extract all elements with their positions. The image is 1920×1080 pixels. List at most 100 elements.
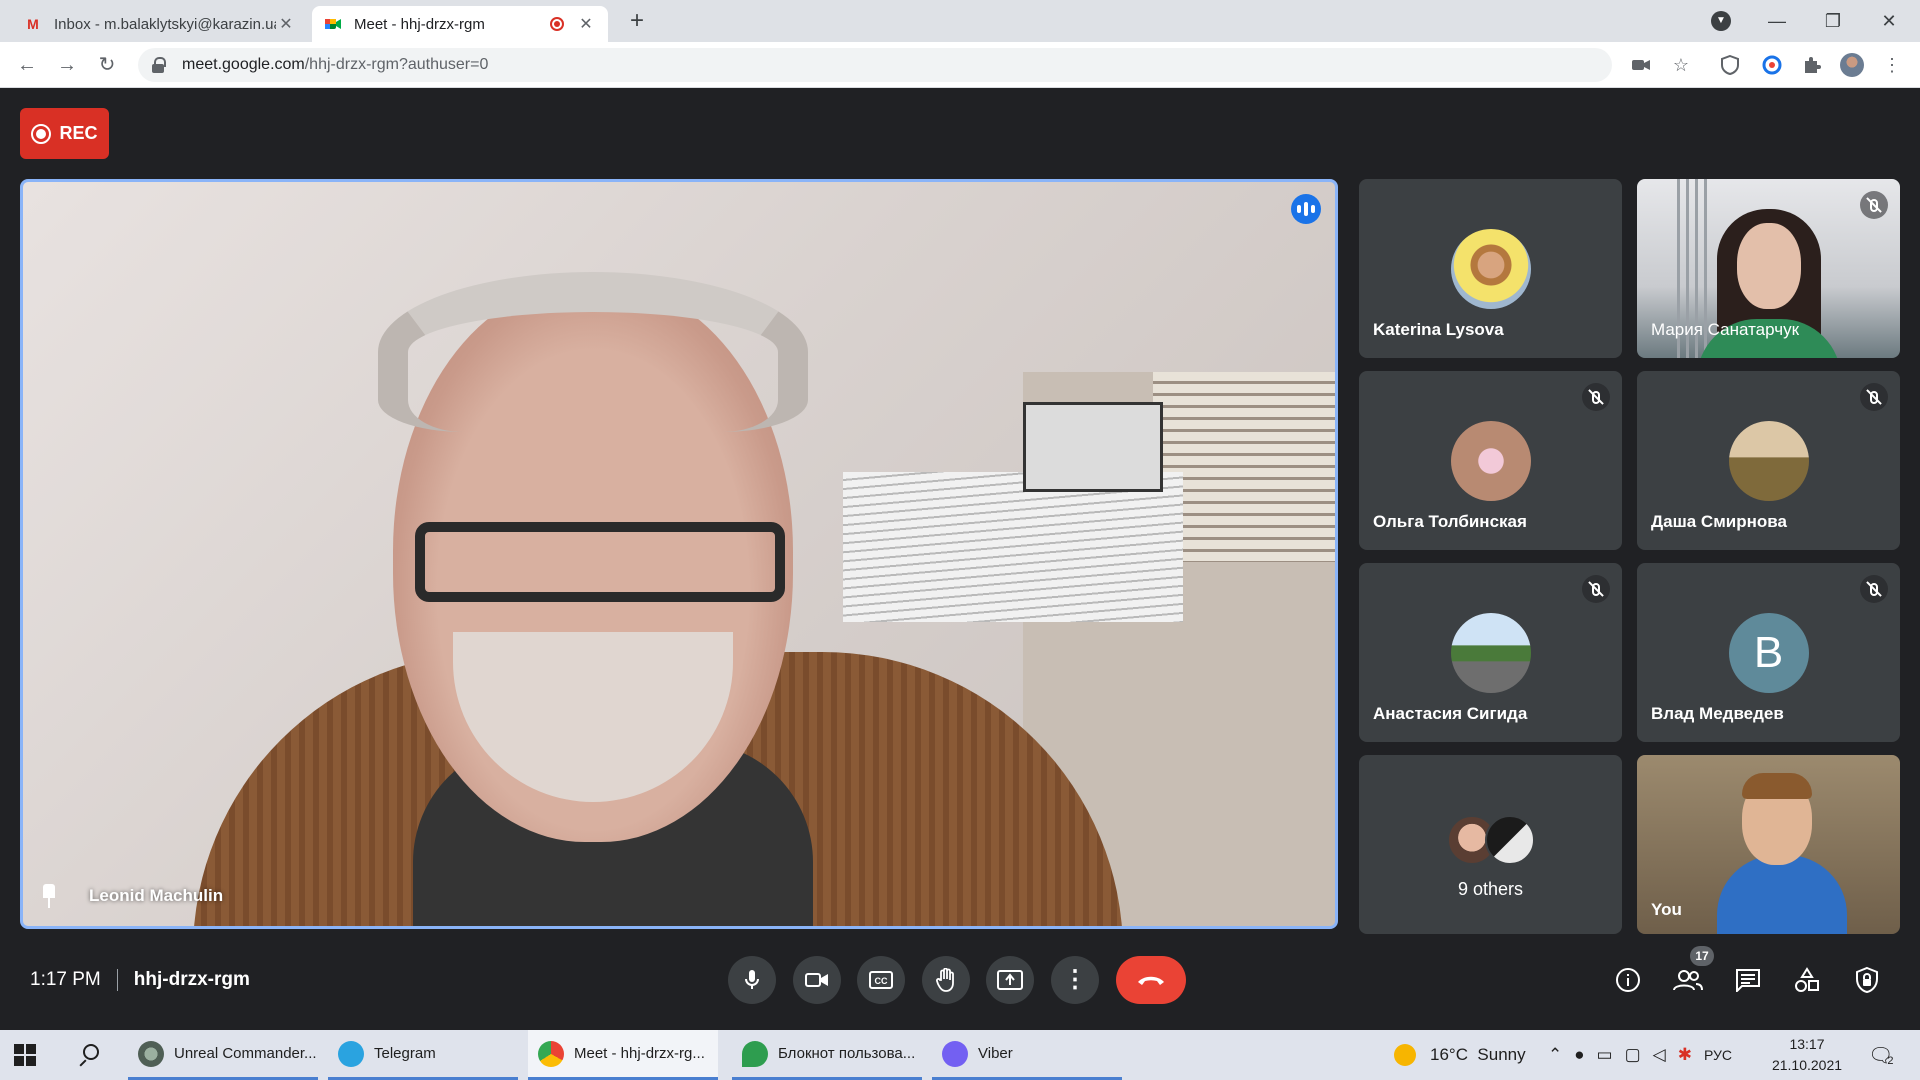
taskbar-clock[interactable]: 13:17 21.10.2021	[1762, 1034, 1852, 1076]
telegram-icon	[338, 1040, 364, 1067]
taskbar-app-unreal-commander[interactable]: Unreal Commander...	[128, 1030, 318, 1080]
raise-hand-button[interactable]	[922, 956, 970, 1004]
extension-circle-icon[interactable]	[1760, 53, 1784, 77]
more-options-button[interactable]: ⋮	[1051, 956, 1099, 1004]
present-screen-button[interactable]	[986, 956, 1034, 1004]
participant-tile[interactable]: B Влад Медведев	[1637, 563, 1900, 742]
participant-name: Даша Смирнова	[1651, 512, 1787, 531]
taskbar-app-viber[interactable]: Viber	[932, 1030, 1122, 1080]
people-count-badge: 17	[1690, 946, 1714, 966]
extension-shield-icon[interactable]	[1718, 53, 1742, 77]
host-controls-shield-icon	[1856, 966, 1878, 994]
others-count-label: 9 others	[1457, 879, 1524, 899]
captions-button[interactable]: CC	[857, 956, 905, 1004]
taskbar-app-telegram[interactable]: Telegram	[328, 1030, 518, 1080]
participant-name: You	[1651, 900, 1682, 919]
recording-indicator-icon	[550, 17, 564, 31]
raise-hand-icon	[936, 968, 954, 992]
tray-icons: ⌃ ● ▭ ▢ ◁ ✱ РУС	[1548, 1030, 1732, 1080]
taskbar-app-notepad[interactable]: Блокнот пользова...	[732, 1030, 922, 1080]
menu-kebab-icon[interactable]: ⋮	[1880, 53, 1904, 77]
tab-meet[interactable]: Meet - hhj-drzx-rgm ✕	[312, 6, 608, 42]
camera-icon	[805, 973, 828, 987]
taskbar-app-label: Meet - hhj-drzx-rg...	[574, 1045, 705, 1062]
participant-name: Katerina Lysova	[1373, 320, 1504, 339]
avatar	[1484, 815, 1535, 865]
gmail-icon: M	[27, 16, 39, 32]
host-controls-button[interactable]	[1851, 964, 1883, 996]
pin-icon[interactable]	[41, 884, 57, 908]
participant-tile[interactable]: Katerina Lysova	[1359, 179, 1622, 358]
weather-text: 16°C Sunny	[1430, 1045, 1526, 1064]
meeting-code: hhj-drzx-rgm	[133, 969, 250, 990]
lock-icon[interactable]	[152, 57, 166, 73]
notification-center[interactable]: 🗨 2	[1868, 1030, 1894, 1080]
battery-icon[interactable]: ▭	[1597, 1045, 1613, 1065]
viber-tray-icon[interactable]: ✱	[1678, 1045, 1692, 1065]
chevron-up-icon[interactable]: ⌃	[1548, 1045, 1562, 1065]
tab-inbox[interactable]: M Inbox - m.balaklytskyi@karazin.ua ✕	[12, 6, 308, 42]
others-avatars	[1359, 815, 1622, 865]
address-bar[interactable]: meet.google.com/hhj-drzx-rgm?authuser=0	[138, 48, 1612, 82]
camera-button[interactable]	[793, 956, 841, 1004]
rec-label: REC	[59, 123, 98, 143]
muted-icon	[1582, 575, 1610, 603]
end-call-icon	[1138, 976, 1164, 985]
self-video-tile[interactable]: You	[1637, 755, 1900, 934]
main-speaker-video[interactable]: Leonid Machulin	[20, 179, 1338, 929]
close-icon[interactable]: ✕	[576, 14, 596, 34]
meeting-time: 1:17 PM	[30, 969, 101, 990]
clock-date: 21.10.2021	[1771, 1057, 1843, 1073]
search-icon[interactable]	[78, 1043, 102, 1067]
back-icon[interactable]: ←	[12, 50, 42, 80]
language-indicator[interactable]: РУС	[1704, 1047, 1732, 1063]
activities-shapes-icon	[1795, 967, 1819, 992]
people-icon	[1673, 970, 1703, 991]
network-icon[interactable]: ▢	[1625, 1045, 1641, 1065]
participant-video-tile[interactable]: Мария Санатарчук	[1637, 179, 1900, 358]
sun-icon	[1394, 1044, 1416, 1066]
microphone-icon[interactable]: ●	[1574, 1045, 1584, 1065]
chat-icon	[1736, 969, 1760, 992]
reload-icon[interactable]: ↻	[92, 50, 122, 80]
participant-tile[interactable]: Ольга Толбинская	[1359, 371, 1622, 550]
recording-button[interactable]: REC	[20, 108, 109, 159]
windows-start-icon[interactable]	[14, 1044, 36, 1066]
url-host: meet.google.com	[182, 56, 305, 73]
video-person-hair	[378, 272, 808, 432]
window-close-button[interactable]: ✕	[1866, 0, 1912, 42]
extensions-puzzle-icon[interactable]	[1800, 53, 1824, 77]
volume-icon[interactable]: ◁	[1653, 1045, 1666, 1065]
camera-in-use-icon[interactable]	[1629, 53, 1653, 77]
minimize-button[interactable]: —	[1754, 0, 1800, 42]
participant-name: Влад Медведев	[1651, 704, 1784, 723]
svg-text:CC: CC	[875, 976, 888, 986]
meeting-details-button[interactable]	[1612, 964, 1644, 996]
tab-search-icon[interactable]: ▼	[1711, 11, 1731, 31]
taskbar-app-chrome[interactable]: Meet - hhj-drzx-rg...	[528, 1030, 718, 1080]
captions-icon: CC	[869, 971, 893, 989]
avatar	[1450, 613, 1531, 693]
video-person-hair	[1742, 773, 1812, 799]
tab-title: Inbox - m.balaklytskyi@karazin.ua	[54, 15, 276, 33]
activities-button[interactable]	[1791, 964, 1823, 996]
weather-widget[interactable]: 16°C Sunny	[1394, 1030, 1526, 1080]
new-tab-button[interactable]: +	[622, 6, 652, 36]
present-screen-icon	[997, 970, 1023, 990]
close-icon[interactable]: ✕	[276, 14, 296, 34]
participant-tile[interactable]: Даша Смирнова	[1637, 371, 1900, 550]
taskbar-app-label: Telegram	[374, 1045, 436, 1062]
video-person-glasses	[415, 522, 785, 602]
participant-tile[interactable]: Анастасия Сигида	[1359, 563, 1622, 742]
others-tile[interactable]: 9 others	[1359, 755, 1622, 934]
people-button[interactable]	[1672, 964, 1704, 996]
taskbar-app-label: Viber	[978, 1045, 1013, 1062]
microphone-button[interactable]	[728, 956, 776, 1004]
video-background-box	[1023, 402, 1163, 492]
restore-button[interactable]: ❐	[1810, 0, 1856, 42]
chat-button[interactable]	[1732, 964, 1764, 996]
forward-icon[interactable]: →	[52, 50, 82, 80]
leave-call-button[interactable]	[1116, 956, 1186, 1004]
profile-avatar[interactable]	[1840, 53, 1864, 77]
bookmark-star-icon[interactable]: ☆	[1669, 53, 1693, 77]
